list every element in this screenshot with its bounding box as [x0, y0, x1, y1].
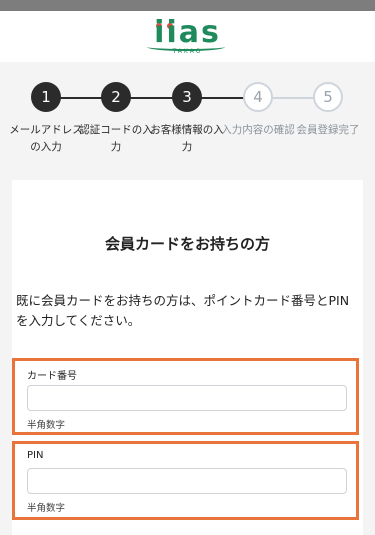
step-1-label: メールアドレスの入力 [9, 124, 83, 153]
form-description: 既に会員カードをお持ちの方は、ポイントカード番号とPINを入力してください。 [16, 293, 350, 328]
card-number-field-group: カード番号 半角数字 [12, 358, 359, 435]
pin-field-group: PIN 半角数字 [12, 441, 359, 520]
step-3-label: お客様情報の入力 [150, 124, 224, 153]
step-1-circle: 1 [31, 82, 61, 112]
card-number-hint: 半角数字 [27, 420, 66, 431]
pin-hint: 半角数字 [27, 503, 66, 514]
page-title: 会員カードをお持ちの方 [104, 235, 270, 253]
header: iias TAKAO [0, 11, 375, 62]
step-5-label: 会員登録完了 [296, 124, 360, 136]
site-logo[interactable]: iias TAKAO [145, 15, 230, 59]
step-5-circle: 5 [313, 82, 343, 112]
step-connector-done [46, 97, 264, 99]
card-number-input[interactable] [27, 385, 347, 411]
step-3-circle: 3 [172, 82, 202, 112]
pin-input[interactable] [27, 468, 347, 494]
pin-label: PIN [27, 450, 44, 461]
step-2-circle: 2 [101, 82, 131, 112]
card-number-label: カード番号 [27, 371, 77, 382]
step-2-label: 認証コードの入力 [79, 124, 153, 153]
logo-subtext: TAKAO [172, 48, 203, 55]
top-status-bar [0, 0, 375, 11]
step-4-label: 入力内容の確認 [221, 124, 295, 136]
step-4-circle: 4 [243, 82, 273, 112]
